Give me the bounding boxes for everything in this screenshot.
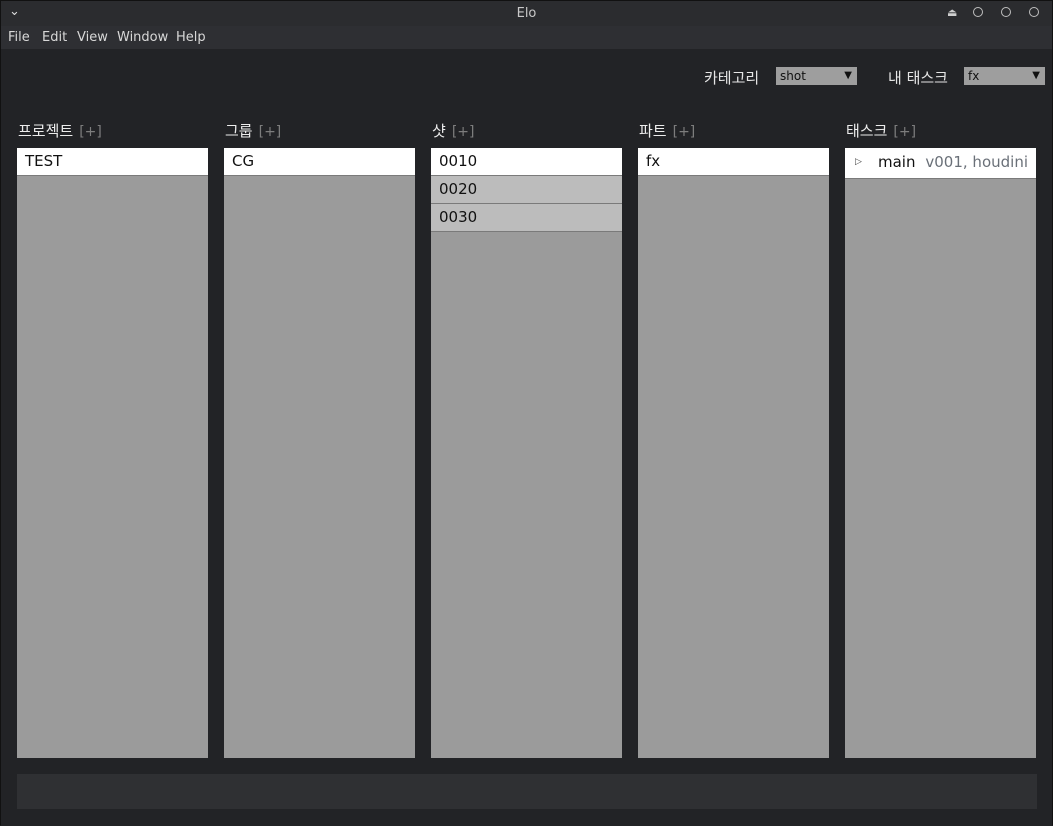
list-item[interactable]: 0030: [431, 204, 622, 232]
status-bar: [17, 774, 1037, 809]
category-select[interactable]: shot ▼: [776, 67, 857, 85]
shot-column-header: 샷 [+]: [432, 120, 474, 141]
menu-window[interactable]: Window: [117, 30, 168, 45]
menu-view[interactable]: View: [77, 30, 108, 45]
add-part-button[interactable]: [+]: [673, 124, 696, 140]
list-item[interactable]: TEST: [17, 148, 208, 176]
add-project-button[interactable]: [+]: [79, 124, 102, 140]
main-content: 카테고리 shot ▼ 내 태스크 fx ▼ 프로젝트 [+] TEST 그룹 [+…: [1, 49, 1052, 826]
task-column-header: 태스크 [+]: [846, 120, 916, 141]
my-task-select-value: fx: [968, 69, 980, 83]
add-group-button[interactable]: [+]: [259, 124, 282, 140]
expand-triangle-icon[interactable]: ▷: [855, 157, 862, 167]
project-column-title: 프로젝트: [18, 122, 74, 140]
title-bar: ⌄ Elo ⏏: [1, 1, 1052, 26]
list-item[interactable]: fx: [638, 148, 829, 176]
part-column-header: 파트 [+]: [639, 120, 695, 141]
shade-icon[interactable]: ⏏: [947, 6, 957, 19]
part-column-title: 파트: [639, 122, 667, 140]
menu-help[interactable]: Help: [176, 30, 206, 45]
menu-bar: File Edit View Window Help: [1, 26, 1052, 49]
list-item[interactable]: 0020: [431, 176, 622, 204]
add-shot-button[interactable]: [+]: [452, 124, 475, 140]
menu-edit[interactable]: Edit: [42, 30, 67, 45]
task-row[interactable]: ▷ main v001, houdini: [845, 148, 1036, 179]
task-version-info: v001, houdini: [925, 153, 1028, 171]
my-task-select[interactable]: fx ▼: [964, 67, 1045, 85]
task-name: main: [878, 153, 916, 171]
task-list[interactable]: ▷ main v001, houdini: [845, 148, 1036, 758]
category-select-value: shot: [780, 69, 806, 83]
maximize-button[interactable]: [1001, 7, 1011, 17]
shot-column-title: 샷: [432, 122, 446, 140]
close-button[interactable]: [1029, 7, 1039, 17]
group-list[interactable]: CG: [224, 148, 415, 758]
project-column-header: 프로젝트 [+]: [18, 120, 102, 141]
dropdown-arrow-icon: ▼: [844, 70, 852, 81]
group-column-header: 그룹 [+]: [225, 120, 281, 141]
my-task-label: 내 태스크: [888, 69, 948, 87]
category-label: 카테고리: [704, 69, 760, 87]
shot-list[interactable]: 0010 0020 0030: [431, 148, 622, 758]
dropdown-arrow-icon: ▼: [1032, 70, 1040, 81]
task-column-title: 태스크: [846, 122, 888, 140]
project-list[interactable]: TEST: [17, 148, 208, 758]
minimize-button[interactable]: [973, 7, 983, 17]
add-task-button[interactable]: [+]: [893, 124, 916, 140]
part-list[interactable]: fx: [638, 148, 829, 758]
group-column-title: 그룹: [225, 122, 253, 140]
list-item[interactable]: CG: [224, 148, 415, 176]
list-item[interactable]: 0010: [431, 148, 622, 176]
menu-file[interactable]: File: [8, 30, 30, 45]
window-title: Elo: [516, 6, 537, 21]
app-window: ⌄ Elo ⏏ File Edit View Window Help 카테고리 …: [0, 0, 1053, 826]
